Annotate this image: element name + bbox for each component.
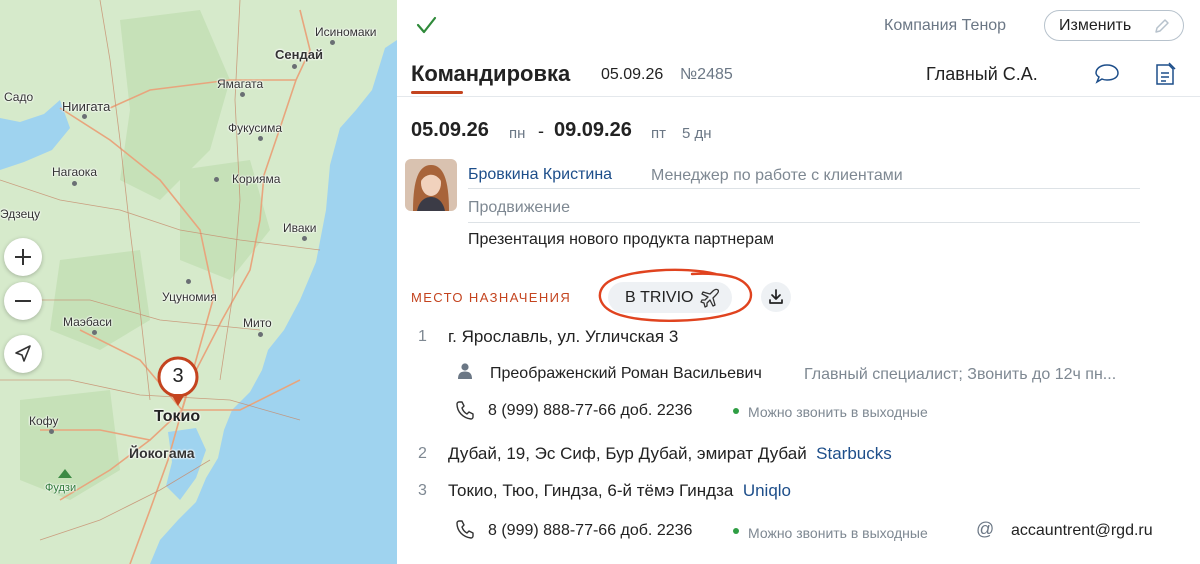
map-marker[interactable]: 3 <box>155 356 201 410</box>
marker-count: 3 <box>172 365 184 387</box>
checkmark-icon[interactable] <box>415 14 437 36</box>
destination-row[interactable]: Дубай, 19, Эс Сиф, Бур Дубай, эмират Дуб… <box>448 444 892 464</box>
phone-number[interactable]: 8 (999) 888-77-66 доб. 2236 <box>488 522 692 540</box>
city-label: Фукусима <box>228 121 282 135</box>
map-background[interactable] <box>0 0 397 564</box>
city-label-tokyo: Токио <box>154 408 201 425</box>
city-label: Маэбаси <box>63 315 112 329</box>
city-dot <box>92 330 97 335</box>
minus-icon <box>15 300 31 302</box>
locate-button[interactable] <box>4 335 42 373</box>
highlight-ring <box>598 268 753 322</box>
destination-address: Дубай, 19, Эс Сиф, Бур Дубай, эмират Дуб… <box>448 444 807 463</box>
contact-position: Главный специалист; Звонить до 12ч пн... <box>804 366 1117 383</box>
end-date[interactable]: 09.09.26 <box>554 119 632 142</box>
city-label: Кофу <box>29 414 59 428</box>
navigation-arrow-icon <box>15 345 31 362</box>
edit-button[interactable]: Изменить <box>1044 10 1184 41</box>
contact-name[interactable]: Преображенский Роман Васильевич <box>490 365 762 383</box>
responsible-person[interactable]: Главный С.А. <box>926 64 1038 85</box>
trip-purpose[interactable]: Презентация нового продукта партнерам <box>468 231 774 249</box>
city-label: Нагаока <box>52 165 97 179</box>
phone-number[interactable]: 8 (999) 888-77-66 доб. 2236 <box>488 402 692 420</box>
destination-organization[interactable]: Starbucks <box>816 444 892 463</box>
email-address[interactable]: accauntrent@rgd.ru <box>1011 522 1153 540</box>
task-list-icon[interactable] <box>1153 61 1177 87</box>
city-dot <box>240 92 245 97</box>
city-dot <box>258 332 263 337</box>
company-name[interactable]: Компания Тенор <box>884 17 1006 35</box>
phone-note: Можно звонить в выходные <box>748 525 928 541</box>
end-weekday: пт <box>651 125 666 142</box>
city-dot <box>82 114 87 119</box>
download-button[interactable] <box>761 282 791 312</box>
city-label: Фудзи <box>45 482 77 494</box>
divider <box>468 222 1140 223</box>
city-dot <box>214 177 219 182</box>
avatar[interactable] <box>405 159 457 211</box>
pencil-icon <box>1155 19 1169 33</box>
city-label: Исиномаки <box>315 25 377 39</box>
city-label: Иваки <box>283 221 317 235</box>
city-dot <box>292 64 297 69</box>
chat-icon[interactable] <box>1094 63 1120 85</box>
employee-name[interactable]: Бровкина Кристина <box>468 166 612 184</box>
edit-button-label: Изменить <box>1059 16 1132 34</box>
map-panel[interactable]: Исиномаки Сендай Ямагата Садо Ниигата Фу… <box>0 0 397 564</box>
city-label: Уцуномия <box>162 290 217 304</box>
employee-role: Менеджер по работе с клиентами <box>651 167 903 184</box>
city-dot <box>330 40 335 45</box>
start-weekday: пн <box>509 125 526 142</box>
city-dot <box>49 429 54 434</box>
email-icon: @ <box>976 519 995 539</box>
page-title: Командировка <box>411 61 571 86</box>
destination-number: 1 <box>418 328 427 345</box>
top-bar: Компания Тенор Изменить <box>397 0 1200 52</box>
destination-address: Токио, Тюо, Гиндза, 6-й тёмэ Гиндза <box>448 481 734 500</box>
city-dot <box>186 279 191 284</box>
start-date[interactable]: 05.09.26 <box>411 119 489 142</box>
document-number: №2485 <box>680 66 733 83</box>
document-date: 05.09.26 <box>601 66 664 83</box>
zoom-out-button[interactable] <box>4 282 42 320</box>
destination-number: 2 <box>418 445 427 462</box>
phone-icon <box>456 520 474 539</box>
city-label: Эдзецу <box>0 207 41 221</box>
trip-details-panel: Компания Тенор Изменить Командировка 05.… <box>397 0 1200 564</box>
person-icon <box>458 363 472 379</box>
city-dot <box>258 136 263 141</box>
plus-icon <box>15 249 31 265</box>
download-icon <box>769 289 783 304</box>
zoom-in-button[interactable] <box>4 238 42 276</box>
online-status-dot <box>733 528 739 534</box>
destination-address[interactable]: г. Ярославль, ул. Угличская 3 <box>448 327 678 347</box>
city-dot <box>72 181 77 186</box>
destination-row[interactable]: Токио, Тюо, Гиндза, 6-й тёмэ Гиндза Uniq… <box>448 481 791 501</box>
city-label: Сендай <box>275 47 323 62</box>
mountain-icon <box>58 469 72 478</box>
city-label: Ниигата <box>62 99 111 114</box>
destination-organization[interactable]: Uniqlo <box>743 481 791 500</box>
city-label: Ямагата <box>217 77 264 91</box>
city-label: Корияма <box>232 172 281 186</box>
online-status-dot <box>733 408 739 414</box>
phone-note: Можно звонить в выходные <box>748 404 928 420</box>
avatar-portrait <box>405 159 457 211</box>
title-underline <box>411 91 463 94</box>
city-label: Йокогама <box>129 445 195 461</box>
date-separator: - <box>538 121 544 141</box>
title-row: Командировка 05.09.26 №2485 Главный С.А. <box>397 52 1200 97</box>
trip-duration: 5 дн <box>682 125 712 142</box>
employee-department[interactable]: Продвижение <box>468 199 570 217</box>
destinations-label: МЕСТО НАЗНАЧЕНИЯ <box>411 290 572 305</box>
divider <box>468 188 1140 189</box>
city-label: Садо <box>4 90 34 104</box>
city-label: Мито <box>243 316 272 330</box>
city-dot <box>302 236 307 241</box>
destination-number: 3 <box>418 482 427 499</box>
phone-icon <box>456 401 474 420</box>
